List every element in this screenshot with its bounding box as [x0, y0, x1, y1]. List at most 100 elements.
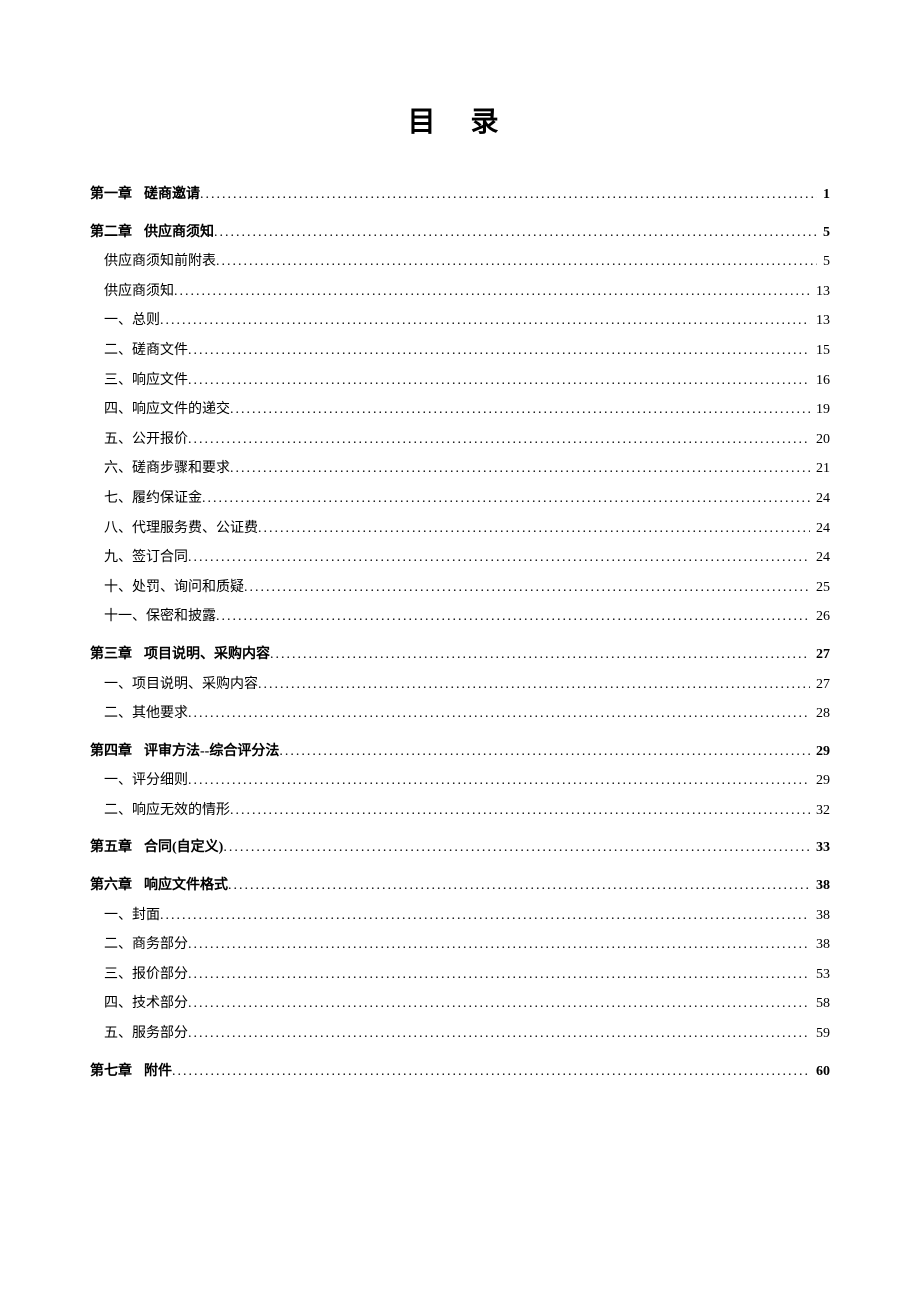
page-num: 28 — [810, 704, 830, 724]
toc-sub: 五、公开报价 20 — [90, 430, 830, 450]
sub-text: 五、公开报价 — [104, 430, 188, 450]
leader — [258, 675, 810, 695]
toc-sub: 二、商务部分 38 — [90, 935, 830, 955]
page-num: 24 — [810, 489, 830, 509]
chapter-text: 响应文件格式 — [144, 876, 228, 896]
toc-sub: 七、履约保证金 24 — [90, 489, 830, 509]
leader — [188, 771, 810, 791]
sub-text: 六、磋商步骤和要求 — [104, 459, 230, 479]
leader — [172, 1062, 810, 1082]
page-num: 15 — [810, 341, 830, 361]
toc-sub: 十、处罚、询问和质疑 25 — [90, 578, 830, 598]
toc-chapter-1: 第一章 磋商邀请 1 — [90, 185, 830, 205]
leader — [188, 341, 810, 361]
toc-sub: 一、总则 13 — [90, 311, 830, 331]
chapter-label: 第二章 — [90, 223, 132, 243]
leader — [160, 906, 810, 926]
page-num: 58 — [810, 994, 830, 1014]
toc-sub: 五、服务部分 59 — [90, 1024, 830, 1044]
sub-text: 一、项目说明、采购内容 — [104, 675, 258, 695]
chapter-label: 第三章 — [90, 645, 132, 665]
sub-text: 五、服务部分 — [104, 1024, 188, 1044]
sub-text: 九、签订合同 — [104, 548, 188, 568]
toc-sub: 供应商须知前附表 5 — [90, 252, 830, 272]
leader — [216, 607, 810, 627]
page-num: 16 — [810, 371, 830, 391]
leader — [188, 994, 810, 1014]
leader — [230, 459, 810, 479]
toc-chapter-2: 第二章 供应商须知 5 — [90, 223, 830, 243]
toc-sub: 一、项目说明、采购内容 27 — [90, 675, 830, 695]
page-num: 24 — [810, 548, 830, 568]
toc-chapter-7: 第七章 附件 60 — [90, 1062, 830, 1082]
leader — [223, 838, 810, 858]
sub-text: 二、商务部分 — [104, 935, 188, 955]
sub-text: 七、履约保证金 — [104, 489, 202, 509]
toc-sub: 二、响应无效的情形 32 — [90, 801, 830, 821]
chapter-label: 第六章 — [90, 876, 132, 896]
page-num: 27 — [810, 645, 830, 665]
leader — [160, 311, 810, 331]
page-num: 38 — [810, 935, 830, 955]
leader — [258, 519, 810, 539]
leader — [214, 223, 817, 243]
sub-text: 十一、保密和披露 — [104, 607, 216, 627]
page-num: 21 — [810, 459, 830, 479]
chapter-text: 磋商邀请 — [144, 185, 200, 205]
page-num: 13 — [810, 311, 830, 331]
toc-sub: 四、响应文件的递交 19 — [90, 400, 830, 420]
chapter-text: 合同(自定义) — [144, 838, 223, 858]
leader — [202, 489, 810, 509]
chapter-text: 项目说明、采购内容 — [144, 645, 270, 665]
leader — [228, 876, 810, 896]
sub-text: 十、处罚、询问和质疑 — [104, 578, 244, 598]
leader — [230, 801, 810, 821]
chapter-label: 第五章 — [90, 838, 132, 858]
page-num: 53 — [810, 965, 830, 985]
toc-sub: 三、响应文件 16 — [90, 371, 830, 391]
leader — [188, 704, 810, 724]
chapter-text: 附件 — [144, 1062, 172, 1082]
toc-sub: 三、报价部分 53 — [90, 965, 830, 985]
chapter-label: 第七章 — [90, 1062, 132, 1082]
sub-text: 供应商须知 — [104, 282, 174, 302]
page-num: 32 — [810, 801, 830, 821]
leader — [188, 965, 810, 985]
sub-text: 二、其他要求 — [104, 704, 188, 724]
leader — [270, 645, 810, 665]
sub-text: 二、磋商文件 — [104, 341, 188, 361]
sub-text: 一、评分细则 — [104, 771, 188, 791]
chapter-label: 第四章 — [90, 742, 132, 762]
page-num: 20 — [810, 430, 830, 450]
sub-text: 二、响应无效的情形 — [104, 801, 230, 821]
toc-sub: 四、技术部分 58 — [90, 994, 830, 1014]
page-num: 5 — [817, 252, 830, 272]
sub-text: 四、响应文件的递交 — [104, 400, 230, 420]
toc-chapter-6: 第六章 响应文件格式 38 — [90, 876, 830, 896]
sub-text: 四、技术部分 — [104, 994, 188, 1014]
toc-chapter-4: 第四章 评审方法--综合评分法 29 — [90, 742, 830, 762]
toc-chapter-5: 第五章 合同(自定义) 33 — [90, 838, 830, 858]
page-num: 27 — [810, 675, 830, 695]
toc-sub: 一、封面 38 — [90, 906, 830, 926]
leader — [188, 1024, 810, 1044]
toc-page: 目 录 第一章 磋商邀请 1 第二章 供应商须知 5 供应商须知前附表 5 供应… — [0, 0, 920, 1167]
leader — [230, 400, 810, 420]
toc-sub: 十一、保密和披露 26 — [90, 607, 830, 627]
page-num: 29 — [810, 771, 830, 791]
leader — [188, 935, 810, 955]
toc-sub: 二、其他要求 28 — [90, 704, 830, 724]
page-num: 19 — [810, 400, 830, 420]
sub-text: 三、报价部分 — [104, 965, 188, 985]
page-num: 59 — [810, 1024, 830, 1044]
page-num: 25 — [810, 578, 830, 598]
page-num: 33 — [810, 838, 830, 858]
page-num: 13 — [810, 282, 830, 302]
leader — [174, 282, 810, 302]
leader — [216, 252, 817, 272]
toc-sub: 二、磋商文件 15 — [90, 341, 830, 361]
page-num: 24 — [810, 519, 830, 539]
leader — [200, 185, 817, 205]
page-num: 1 — [817, 185, 830, 205]
sub-text: 一、总则 — [104, 311, 160, 331]
